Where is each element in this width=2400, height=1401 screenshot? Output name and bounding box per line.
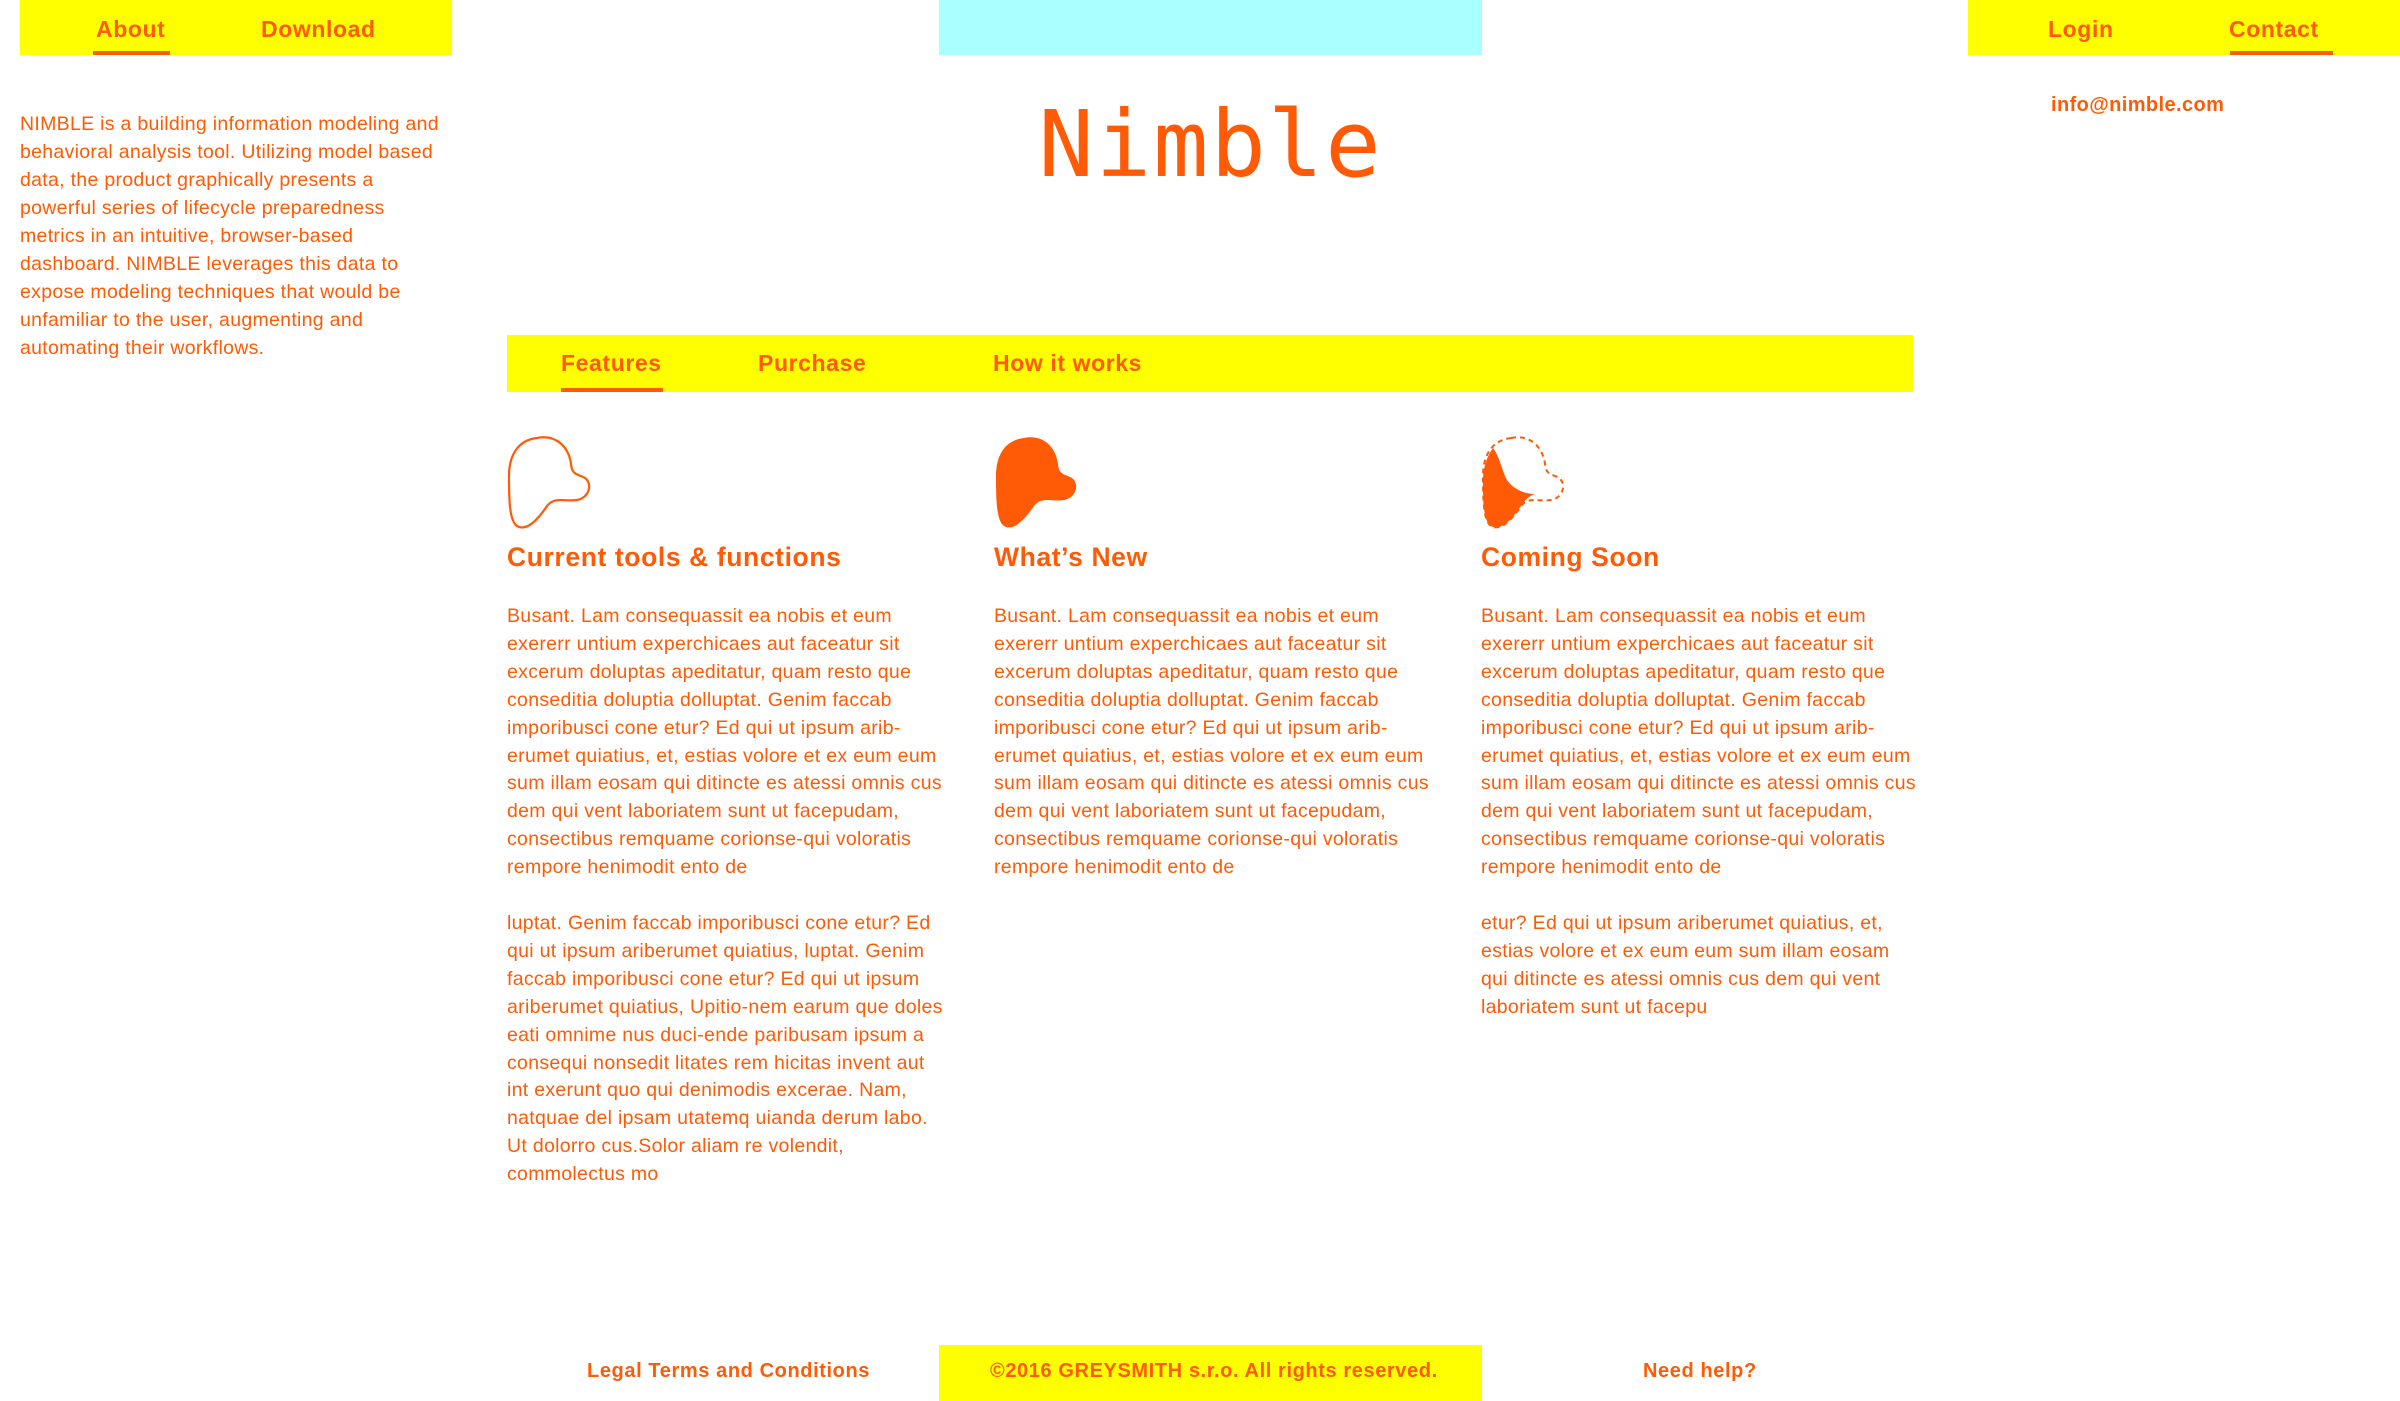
column-body: Busant. Lam consequassit ea nobis et eum… — [994, 605, 1429, 879]
tab-how-it-works[interactable]: How it works — [993, 350, 1142, 377]
header-accent-bar — [939, 0, 1482, 55]
blob-filled-icon — [994, 436, 1080, 531]
nav-contact-active-underline — [2230, 51, 2333, 55]
column-title: Current tools & functions — [507, 542, 842, 572]
nav-download-link[interactable]: Download — [261, 16, 376, 43]
tab-features[interactable]: Features — [561, 350, 662, 377]
nav-about-active-underline — [93, 51, 170, 55]
copyright-text: ©2016 GREYSMITH s.r.o. All rights reserv… — [990, 1360, 1438, 1382]
nav-contact-link[interactable]: Contact — [2229, 16, 2319, 43]
blob-outline-icon — [507, 436, 593, 531]
logo[interactable]: Nimble — [939, 90, 1482, 200]
nav-login-link[interactable]: Login — [2048, 16, 2114, 43]
contact-email-link[interactable]: info@nimble.com — [2051, 94, 2224, 117]
feature-tabs: Features Purchase How it works — [507, 335, 1913, 392]
nav-about-link[interactable]: About — [96, 16, 165, 43]
need-help-link[interactable]: Need help? — [1643, 1360, 1757, 1383]
column-body: Busant. Lam consequassit ea nobis et eum… — [1481, 605, 1916, 1018]
column-body: Busant. Lam consequassit ea nobis et eum… — [507, 605, 943, 1186]
tab-purchase[interactable]: Purchase — [758, 350, 866, 377]
about-description: NIMBLE is a building information modelin… — [20, 113, 439, 359]
top-nav-left: About Download — [20, 0, 452, 55]
column-title: What’s New — [994, 542, 1148, 572]
legal-terms-link[interactable]: Legal Terms and Conditions — [587, 1360, 870, 1383]
top-nav-right: Login Contact — [1968, 0, 2400, 55]
column-title: Coming Soon — [1481, 542, 1660, 572]
blob-partial-icon — [1481, 436, 1567, 531]
tab-features-active-underline — [561, 388, 663, 392]
